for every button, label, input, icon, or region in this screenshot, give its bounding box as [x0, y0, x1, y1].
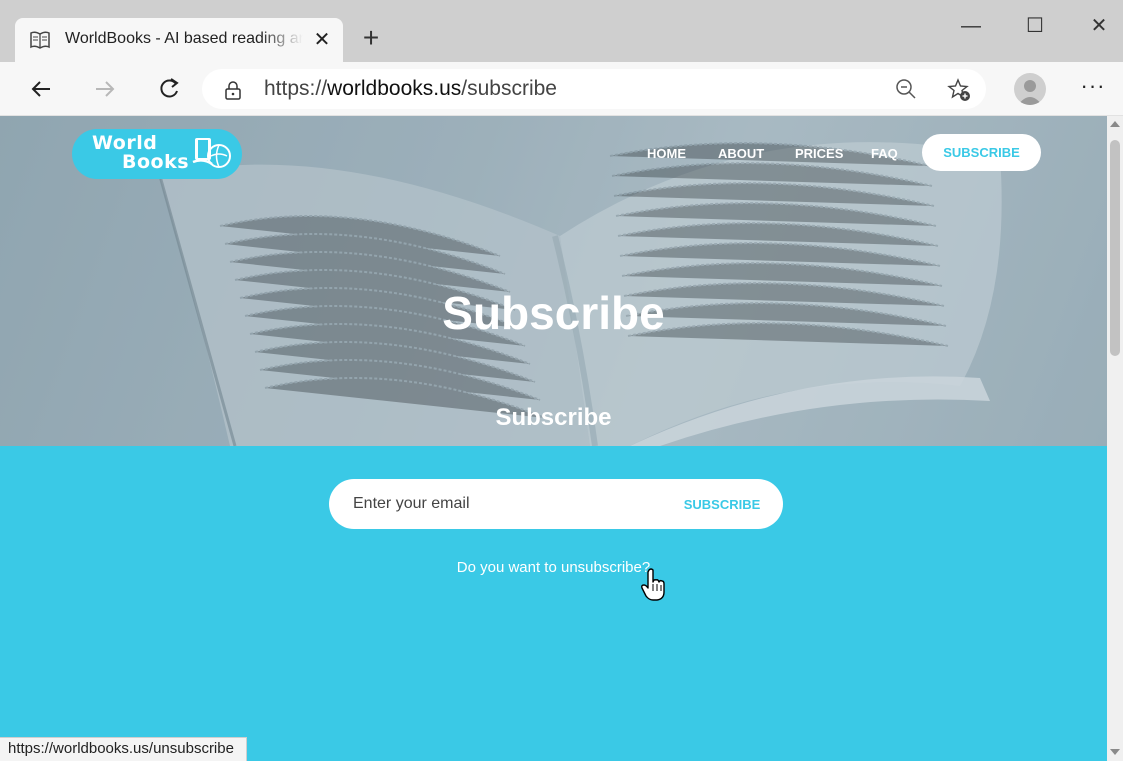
- scrollbar-thumb[interactable]: [1110, 140, 1120, 356]
- maximize-button[interactable]: ☐: [1015, 12, 1055, 42]
- url-path: /subscribe: [461, 77, 557, 100]
- zoom-out-icon[interactable]: [894, 77, 918, 101]
- tab-title: WorldBooks - AI based reading and learni…: [65, 30, 303, 47]
- url-host: worldbooks.us: [327, 77, 462, 100]
- browser-tab[interactable]: WorldBooks - AI based reading and learni…: [15, 18, 343, 62]
- lock-icon[interactable]: [224, 80, 242, 100]
- worldbooks-logo[interactable]: World Books: [72, 129, 242, 179]
- forward-icon[interactable]: [90, 74, 120, 104]
- scroll-down-arrow-icon[interactable]: [1110, 749, 1120, 755]
- refresh-icon[interactable]: [154, 74, 184, 104]
- profile-avatar[interactable]: [1014, 73, 1046, 105]
- browser-toolbar: https://worldbooks.us/subscribe ···: [0, 62, 1123, 116]
- hero-title: Subscribe: [442, 287, 665, 339]
- vertical-scrollbar[interactable]: [1107, 116, 1123, 761]
- close-window-button[interactable]: ✕: [1079, 12, 1119, 42]
- browser-window: WorldBooks - AI based reading and learni…: [0, 0, 1123, 761]
- tab-strip: WorldBooks - AI based reading and learni…: [0, 0, 1123, 62]
- nav-prices[interactable]: PRICES: [795, 146, 843, 161]
- nav-home[interactable]: HOME: [647, 146, 686, 161]
- subscribe-heading: Subscribe: [495, 404, 612, 431]
- address-bar[interactable]: https://worldbooks.us/subscribe: [202, 69, 986, 109]
- book-icon: [30, 31, 50, 49]
- logo-text-books: Books: [122, 151, 190, 173]
- more-menu-icon[interactable]: ···: [1078, 74, 1108, 104]
- status-bar-url: https://worldbooks.us/unsubscribe: [0, 737, 247, 761]
- nav-faq[interactable]: FAQ: [871, 146, 898, 161]
- url-text[interactable]: https://worldbooks.us/subscribe: [264, 77, 557, 101]
- tab-close-icon[interactable]: ✕: [311, 29, 333, 51]
- hero-section: World Books HOME ABOUT PRICES FAQ SUBSCR…: [0, 116, 1107, 446]
- new-tab-button[interactable]: +: [356, 24, 386, 54]
- subscribe-submit-button[interactable]: SUBSCRIBE: [677, 489, 767, 519]
- url-scheme: https://: [264, 77, 328, 100]
- subscribe-form: SUBSCRIBE: [329, 479, 783, 529]
- hand-pointer-icon: [641, 568, 665, 601]
- nav-subscribe-button[interactable]: SUBSCRIBE: [922, 134, 1041, 171]
- add-favorite-icon[interactable]: [946, 77, 972, 103]
- scroll-up-arrow-icon[interactable]: [1110, 121, 1120, 127]
- unsubscribe-link[interactable]: Do you want to unsubscribe?: [0, 559, 1107, 576]
- page-viewport: World Books HOME ABOUT PRICES FAQ SUBSCR…: [0, 116, 1107, 761]
- nav-about[interactable]: ABOUT: [718, 146, 764, 161]
- back-icon[interactable]: [26, 74, 56, 104]
- minimize-button[interactable]: —: [951, 12, 991, 42]
- email-input[interactable]: [353, 491, 653, 517]
- book-globe-icon: [192, 138, 231, 168]
